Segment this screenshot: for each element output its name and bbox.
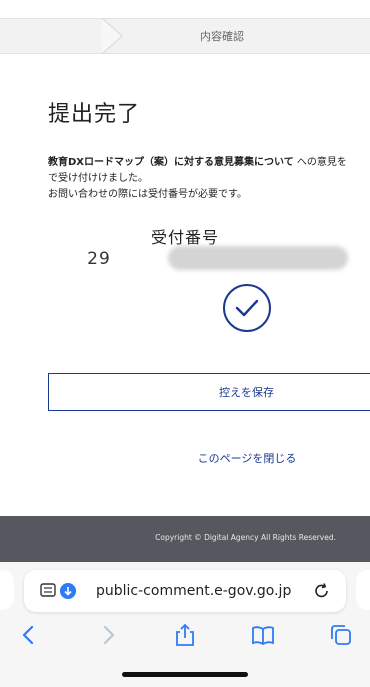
bookmarks-icon[interactable] [250, 622, 276, 648]
back-icon[interactable] [16, 622, 42, 648]
message-line-1: 教育DXロードマップ（案）に対する意見募集について への意見を [48, 155, 370, 171]
tabs-icon[interactable] [328, 622, 354, 648]
forward-icon[interactable] [95, 622, 121, 648]
home-indicator [122, 672, 248, 677]
browser-chrome: public-comment.e-gov.go.jp [0, 562, 370, 687]
download-icon[interactable] [60, 583, 76, 599]
check-circle-icon [223, 284, 271, 332]
url-text: public-comment.e-gov.go.jp [96, 583, 292, 599]
subject-text: 教育DXロードマップ（案）に対する意見募集について [48, 157, 294, 168]
message-line-1-tail: への意見を [296, 157, 347, 168]
previous-tab-edge[interactable] [0, 570, 14, 610]
progress-step-current: 内容確認 [200, 30, 244, 43]
completion-message: 教育DXロードマップ（案）に対する意見募集について への意見を で受け付けけまし… [48, 155, 370, 203]
page-title: 提出完了 [48, 102, 141, 127]
step-chevron-icon [101, 18, 123, 54]
footer: Copyright © Digital Agency All Rights Re… [0, 516, 370, 562]
progress-bar: 内容確認 [0, 18, 370, 54]
message-line-2: で受け付けけました。 [48, 173, 148, 184]
page-menu-icon[interactable] [40, 583, 58, 599]
save-copy-button[interactable]: 控えを保存 [48, 373, 370, 411]
copyright-text: Copyright © Digital Agency All Rights Re… [155, 533, 336, 542]
reload-icon[interactable] [312, 581, 332, 601]
close-page-link[interactable]: このページを閉じる [0, 450, 370, 466]
share-icon[interactable] [172, 622, 198, 648]
address-bar[interactable]: public-comment.e-gov.go.jp [24, 570, 346, 612]
message-line-3: お問い合わせの際には受付番号が必要です。 [48, 189, 247, 200]
receipt-number-redaction [168, 246, 348, 270]
receipt-number-prefix: 29 [87, 249, 111, 269]
next-tab-edge[interactable] [356, 570, 370, 610]
receipt-label: 受付番号 [150, 228, 219, 247]
